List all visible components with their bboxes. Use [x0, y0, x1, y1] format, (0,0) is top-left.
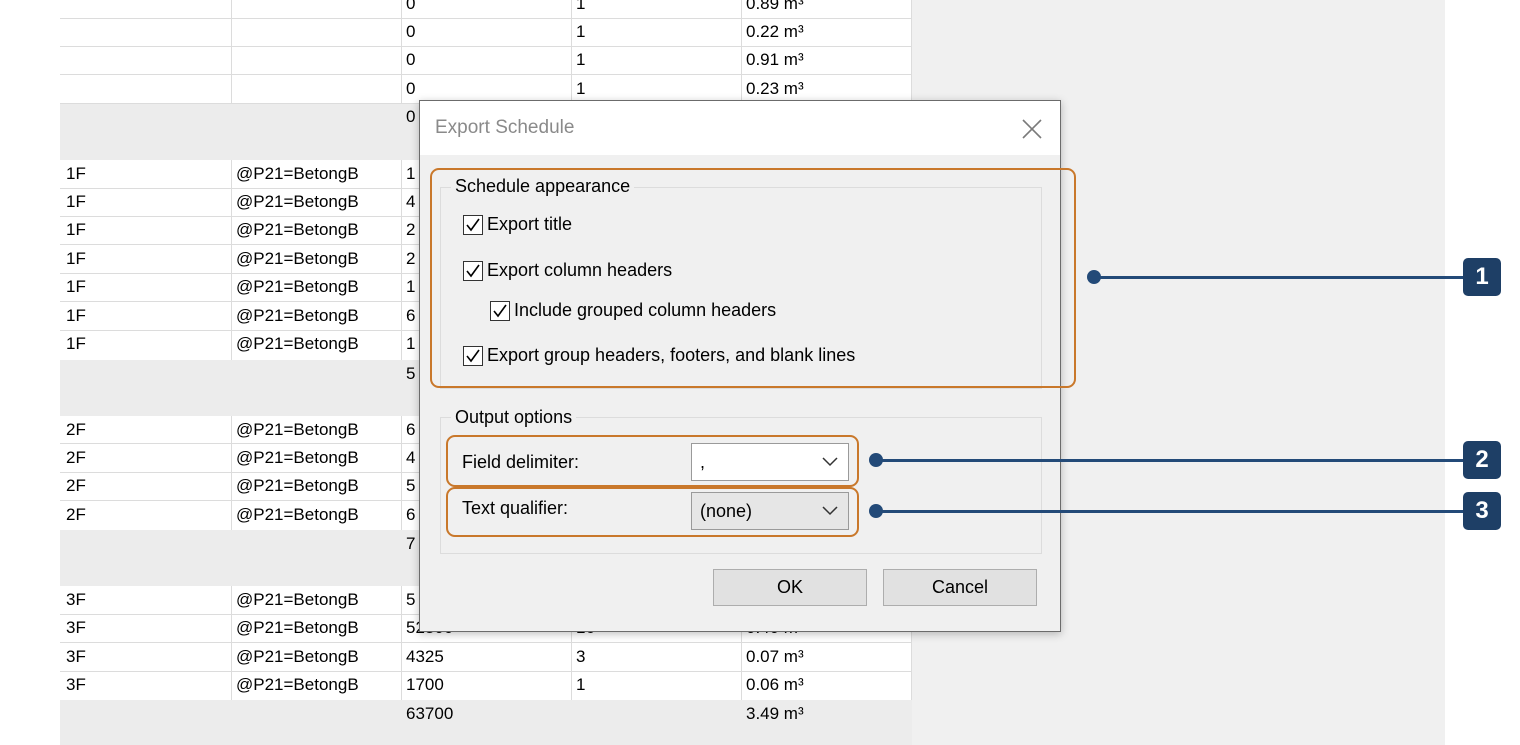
table-cell: 0.07 m³ — [746, 647, 804, 666]
table-cell: 0.89 m³ — [746, 0, 804, 13]
callout-badge-1: 1 — [1463, 258, 1501, 296]
table-cell: 1F — [66, 249, 86, 268]
table-cell: 6 — [406, 306, 416, 325]
table-cell: 0.06 m³ — [746, 675, 804, 694]
table-cell: 2 — [406, 249, 416, 268]
table-cell: 1F — [66, 334, 86, 353]
table-cell: 5 — [406, 364, 416, 383]
table-cell: 0 — [406, 22, 416, 41]
table-cell: 4325 — [406, 647, 444, 666]
table-cell: 1F — [66, 306, 86, 325]
table-cell: 63700 — [406, 704, 454, 723]
table-cell: 3F — [66, 590, 86, 609]
dialog-title: Export Schedule — [435, 117, 575, 138]
callout-line — [876, 510, 1464, 513]
table-cell: 1 — [576, 22, 586, 41]
table-cell: @P21=BetongB — [236, 192, 359, 211]
table-cell: 0.22 m³ — [746, 22, 804, 41]
dialog-titlebar: Export Schedule — [420, 101, 1060, 155]
table-cell: 3F — [66, 647, 86, 666]
table-cell: 2F — [66, 476, 86, 495]
table-cell: 4 — [406, 448, 416, 467]
callout-badge-3: 3 — [1463, 492, 1501, 530]
callout-line — [876, 459, 1464, 462]
table-cell: 4 — [406, 192, 416, 211]
table-cell: @P21=BetongB — [236, 505, 359, 524]
cancel-button[interactable]: Cancel — [883, 569, 1037, 606]
table-cell: 1 — [576, 675, 586, 694]
table-cell: @P21=BetongB — [236, 618, 359, 637]
highlight-schedule-appearance — [430, 168, 1076, 388]
ok-button[interactable]: OK — [713, 569, 867, 606]
table-cell: 1 — [406, 277, 416, 296]
callout-line — [1094, 276, 1464, 279]
table-cell: 3F — [66, 675, 86, 694]
table-cell: 7 — [406, 534, 416, 553]
table-cell: 0 — [406, 50, 416, 69]
table-cell: @P21=BetongB — [236, 448, 359, 467]
table-cell: @P21=BetongB — [236, 277, 359, 296]
table-cell: @P21=BetongB — [236, 249, 359, 268]
highlight-field-delimiter — [446, 435, 859, 487]
table-cell: @P21=BetongB — [236, 334, 359, 353]
table-cell: 0 — [406, 79, 416, 98]
table-cell: 1F — [66, 192, 86, 211]
table-cell: 3.49 m³ — [746, 704, 804, 723]
table-cell: 1 — [576, 0, 586, 13]
table-cell: @P21=BetongB — [236, 306, 359, 325]
output-options-legend: Output options — [451, 407, 577, 428]
table-cell: 1 — [406, 334, 416, 353]
table-cell: 1F — [66, 164, 86, 183]
table-cell: 2F — [66, 420, 86, 439]
table-cell: 6 — [406, 420, 416, 439]
table-cell: 1 — [576, 50, 586, 69]
table-cell: 3 — [576, 647, 586, 666]
table-cell: 5 — [406, 476, 416, 495]
table-cell: 0 — [406, 0, 416, 13]
table-cell: @P21=BetongB — [236, 675, 359, 694]
table-cell: 3F — [66, 618, 86, 637]
table-cell: @P21=BetongB — [236, 420, 359, 439]
table-cell: @P21=BetongB — [236, 590, 359, 609]
table-cell: 1F — [66, 277, 86, 296]
table-cell: 6 — [406, 505, 416, 524]
close-button[interactable] — [1018, 115, 1046, 143]
table-cell: 2F — [66, 448, 86, 467]
close-icon — [1022, 119, 1042, 139]
callout-badge-2: 2 — [1463, 441, 1501, 479]
table-cell: 2F — [66, 505, 86, 524]
table-cell: 0.23 m³ — [746, 79, 804, 98]
table-cell: @P21=BetongB — [236, 164, 359, 183]
table-cell: 1 — [576, 79, 586, 98]
table-cell: 1700 — [406, 675, 444, 694]
table-cell: @P21=BetongB — [236, 476, 359, 495]
table-cell: @P21=BetongB — [236, 220, 359, 239]
highlight-text-qualifier — [446, 487, 859, 537]
table-cell: 0.91 m³ — [746, 50, 804, 69]
table-cell: 5 — [406, 590, 416, 609]
table-cell: 1 — [406, 164, 416, 183]
table-cell: 0 — [406, 107, 416, 126]
table-cell: @P21=BetongB — [236, 647, 359, 666]
table-cell: 2 — [406, 220, 416, 239]
table-cell: 1F — [66, 220, 86, 239]
